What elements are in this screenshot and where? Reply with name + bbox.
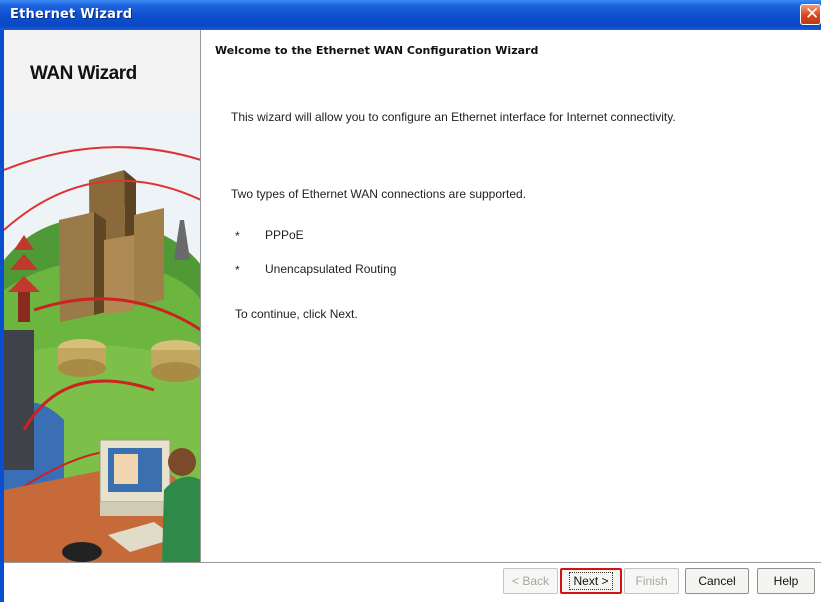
continue-instruction: To continue, click Next. xyxy=(235,307,358,321)
bullet-item-pppoe: PPPoE xyxy=(265,228,304,242)
sidebar-title: WAN Wizard xyxy=(30,63,137,84)
bullet-marker: * xyxy=(235,229,240,243)
main-panel: Welcome to the Ethernet WAN Configuratio… xyxy=(201,30,821,562)
back-button[interactable]: < Back xyxy=(503,568,558,594)
close-icon: ✕ xyxy=(805,4,820,24)
close-button[interactable]: ✕ xyxy=(800,4,821,25)
wizard-heading: Welcome to the Ethernet WAN Configuratio… xyxy=(215,44,539,57)
finish-button[interactable]: Finish xyxy=(624,568,679,594)
sidebar-panel: WAN Wizard xyxy=(4,30,201,562)
next-button-label: Next > xyxy=(569,572,613,590)
city-network-illustration xyxy=(4,110,200,562)
window-title: Ethernet Wizard xyxy=(10,7,133,22)
next-button[interactable]: Next > xyxy=(560,568,622,594)
wizard-window: Ethernet Wizard ✕ WAN Wizard Welcome to … xyxy=(0,0,821,602)
title-bar[interactable]: Ethernet Wizard ✕ xyxy=(0,0,821,30)
intro-text: This wizard will allow you to configure … xyxy=(231,110,676,124)
bullet-marker: * xyxy=(235,263,240,277)
cancel-button[interactable]: Cancel xyxy=(685,568,749,594)
bullet-item-unencapsulated-routing: Unencapsulated Routing xyxy=(265,262,397,276)
help-button[interactable]: Help xyxy=(757,568,815,594)
types-intro-text: Two types of Ethernet WAN connections ar… xyxy=(231,187,527,201)
